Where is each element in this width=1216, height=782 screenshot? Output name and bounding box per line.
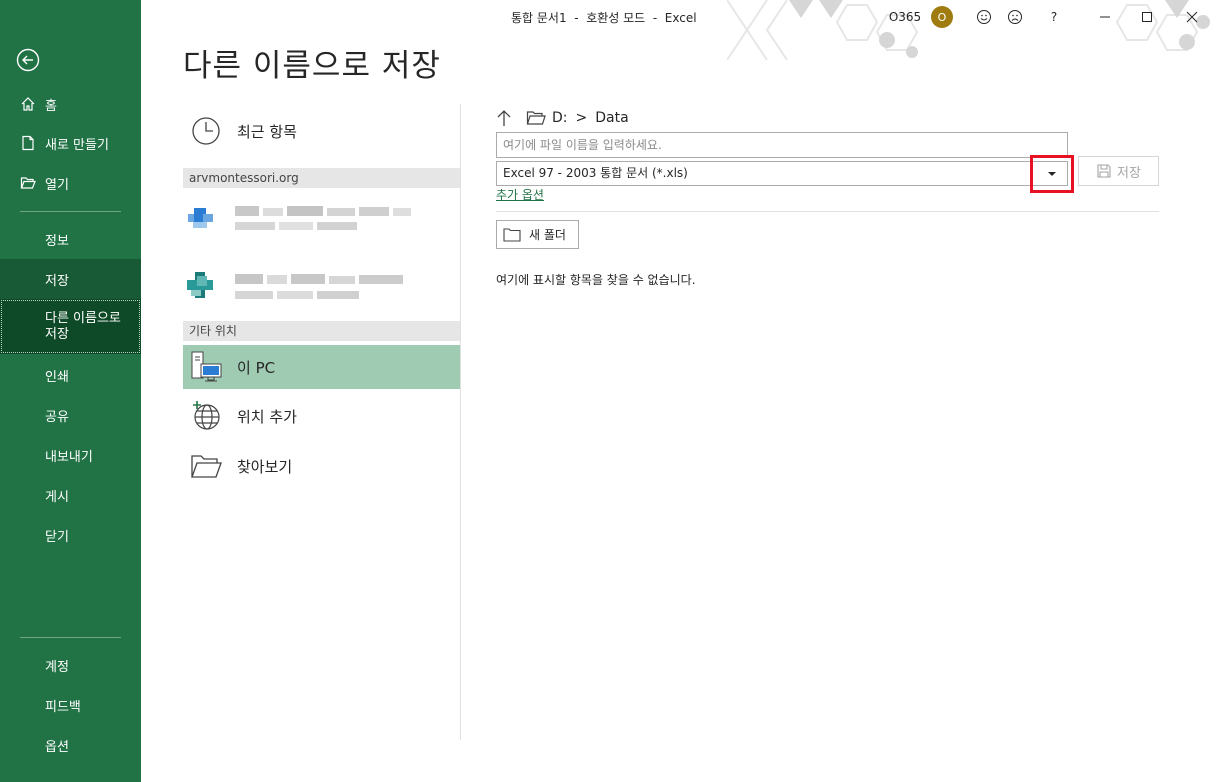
onedrive-icon <box>188 206 411 230</box>
sidebar-item-options[interactable]: 옵션 <box>0 725 141 765</box>
location-label: 최근 항목 <box>237 122 297 141</box>
save-label: 저장 <box>1117 165 1141 181</box>
location-group-org: arvmontessori.org <box>183 168 460 188</box>
account-name[interactable]: O365 <box>888 6 922 28</box>
minimize-icon <box>1100 16 1110 18</box>
filename-input[interactable] <box>496 132 1068 158</box>
pane-divider <box>460 104 461 740</box>
page-title: 다른 이름으로 저장 <box>183 48 441 84</box>
sidebar-divider <box>20 637 121 638</box>
onedrive-account-1[interactable] <box>183 194 460 246</box>
sidebar-item-label: 옵션 <box>45 739 69 755</box>
sidebar-item-label: 인쇄 <box>45 369 69 385</box>
arrow-up-icon <box>497 110 511 126</box>
frown-icon <box>1008 10 1022 24</box>
more-options-link[interactable]: 추가 옵션 <box>496 186 544 203</box>
divider <box>496 211 1159 212</box>
sidebar-item-save-as[interactable]: 다른 이름으로 저장 <box>0 299 141 354</box>
location-group-other: 기타 위치 <box>183 321 460 341</box>
avatar[interactable]: O <box>931 6 953 28</box>
sharepoint-account-1[interactable] <box>183 262 460 314</box>
sidebar-item-label: 내보내기 <box>45 449 93 465</box>
sidebar-item-print[interactable]: 인쇄 <box>0 355 141 395</box>
breadcrumb: D: > Data <box>496 106 629 130</box>
new-document-icon <box>20 135 36 151</box>
new-folder-label: 새 폴더 <box>529 228 566 242</box>
file-type-select[interactable]: Excel 97 - 2003 통합 문서 (*.xls) <box>496 161 1068 186</box>
sidebar-item-label: 피드백 <box>45 699 81 715</box>
new-folder-icon <box>503 227 521 242</box>
file-type-value: Excel 97 - 2003 통합 문서 (*.xls) <box>503 166 688 180</box>
sidebar-item-share[interactable]: 공유 <box>0 395 141 435</box>
maximize-icon <box>1142 12 1152 22</box>
sidebar-item-label: 정보 <box>45 233 69 249</box>
sidebar-item-save[interactable]: 저장 <box>0 259 141 299</box>
breadcrumb-separator: > <box>575 110 588 126</box>
sidebar-item-new[interactable]: 새로 만들기 <box>0 123 141 163</box>
sidebar-divider <box>20 211 121 212</box>
save-button[interactable]: 저장 <box>1078 156 1159 186</box>
sidebar-item-feedback[interactable]: 피드백 <box>0 685 141 725</box>
sidebar-item-account[interactable]: 계정 <box>0 645 141 685</box>
frown-feedback-button[interactable] <box>1003 6 1027 28</box>
highlight-annotation <box>1030 155 1074 193</box>
smile-feedback-button[interactable] <box>972 6 996 28</box>
save-icon <box>1097 164 1111 178</box>
smile-icon <box>977 10 991 24</box>
sidebar-item-label: 홈 <box>45 98 57 114</box>
sidebar-item-label: 계정 <box>45 659 69 675</box>
sidebar-item-label: 새로 만들기 <box>45 137 109 153</box>
location-this-pc[interactable]: 이 PC <box>183 345 460 389</box>
location-add-place[interactable]: 위치 추가 <box>183 394 460 438</box>
location-browse[interactable]: 찾아보기 <box>183 444 460 488</box>
sidebar-item-label: 닫기 <box>45 529 69 545</box>
sidebar-item-export[interactable]: 내보내기 <box>0 435 141 475</box>
location-recent[interactable]: 최근 항목 <box>183 109 460 153</box>
globe-add-icon <box>189 399 223 433</box>
empty-folder-message: 여기에 표시할 항목을 찾을 수 없습니다. <box>496 273 696 287</box>
clock-icon <box>189 114 223 148</box>
sidebar-item-label: 다른 이름으로 저장 <box>45 310 121 342</box>
window-title: 통합 문서1 - 호환성 모드 - Excel <box>511 11 697 25</box>
sidebar-item-label: 게시 <box>45 489 69 505</box>
sidebar-item-publish[interactable]: 게시 <box>0 475 141 515</box>
back-button[interactable] <box>14 46 42 74</box>
minimize-button[interactable] <box>1088 6 1122 28</box>
new-folder-button[interactable]: 새 폴더 <box>496 220 579 249</box>
sidebar-item-info[interactable]: 정보 <box>0 219 141 259</box>
sharepoint-icon <box>187 272 403 299</box>
sidebar-item-label: 공유 <box>45 409 69 425</box>
folder-icon <box>526 110 546 126</box>
sidebar-item-label: 저장 <box>45 273 69 289</box>
sidebar-item-label: 열기 <box>45 177 69 193</box>
back-arrow-icon <box>16 48 40 72</box>
sidebar-item-home[interactable]: 홈 <box>0 84 141 124</box>
up-folder-button[interactable] <box>496 109 512 127</box>
location-label: 이 PC <box>237 358 276 377</box>
sidebar-item-open[interactable]: 열기 <box>0 163 141 203</box>
breadcrumb-folder[interactable]: Data <box>595 110 628 126</box>
breadcrumb-drive[interactable]: D: <box>552 110 568 126</box>
home-icon <box>20 96 36 112</box>
sidebar-item-close[interactable]: 닫기 <box>0 515 141 555</box>
maximize-button[interactable] <box>1130 6 1164 28</box>
close-button[interactable] <box>1175 6 1209 28</box>
location-label: 위치 추가 <box>237 407 297 426</box>
backstage-sidebar: 홈 새로 만들기 열기 정보 저장 다른 이름으로 저장 인쇄 공유 내보내기 … <box>0 0 141 782</box>
location-label: 찾아보기 <box>237 457 293 476</box>
computer-icon <box>189 350 223 384</box>
close-icon <box>1186 11 1198 23</box>
folder-open-icon <box>20 175 36 191</box>
help-button[interactable]: ? <box>1042 6 1066 28</box>
folder-browse-icon <box>189 449 223 483</box>
